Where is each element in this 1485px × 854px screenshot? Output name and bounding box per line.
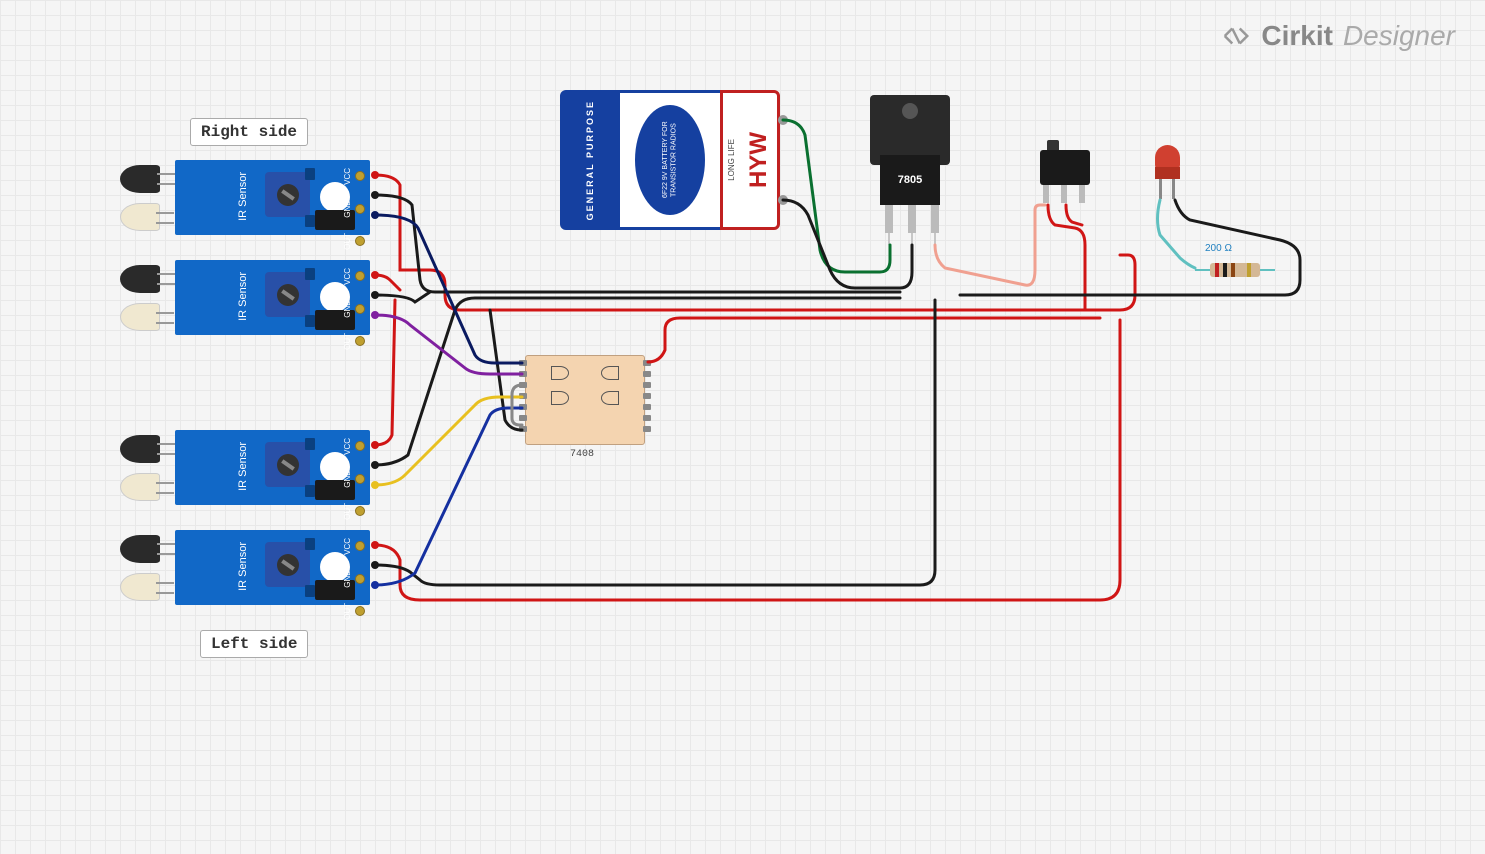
ic-pin-13[interactable] bbox=[643, 371, 651, 377]
voltage-regulator-7805[interactable]: 7805 bbox=[870, 95, 950, 245]
ir-sensor-2[interactable]: IR Sensor VCC GND OUT bbox=[120, 260, 370, 335]
sw-pin-2[interactable] bbox=[1061, 185, 1067, 203]
label-right-side: Right side bbox=[190, 118, 308, 146]
ir-sensor-3-label: IR Sensor bbox=[237, 442, 249, 491]
ir4-pin-vcc[interactable] bbox=[355, 541, 365, 551]
ic-pin-4[interactable] bbox=[519, 393, 527, 399]
resistor-value: 200 Ω bbox=[1205, 243, 1232, 254]
ir3-pin-out[interactable] bbox=[355, 506, 365, 516]
ir-sensor-2-label: IR Sensor bbox=[237, 272, 249, 321]
ic-pin-9[interactable] bbox=[643, 415, 651, 421]
battery-spec: 6F22 9V BATTERY FOR TRANSISTOR RADIOS bbox=[662, 105, 679, 215]
node bbox=[371, 461, 379, 469]
reg-pin-gnd[interactable] bbox=[908, 205, 916, 245]
circuit-canvas[interactable]: Right side Left side IR Sensor VCC GND O… bbox=[0, 0, 1485, 854]
ic-pin-10[interactable] bbox=[643, 404, 651, 410]
node bbox=[371, 211, 379, 219]
ir1-pin-out[interactable] bbox=[355, 236, 365, 246]
led-cathode[interactable] bbox=[1172, 179, 1175, 199]
led-red[interactable] bbox=[1155, 145, 1180, 190]
ic-pin-12[interactable] bbox=[643, 382, 651, 388]
label-left-side: Left side bbox=[200, 630, 308, 658]
battery-general-purpose: GENERAL PURPOSE bbox=[585, 100, 595, 220]
ic-7408-label: 7408 bbox=[570, 449, 594, 460]
ic-pin-7[interactable] bbox=[519, 426, 527, 432]
node bbox=[371, 311, 379, 319]
reg-pin-in[interactable] bbox=[885, 205, 893, 245]
node bbox=[371, 561, 379, 569]
led-anode[interactable] bbox=[1159, 179, 1162, 199]
ir2-pin-out[interactable] bbox=[355, 336, 365, 346]
ic-pin-1[interactable] bbox=[519, 360, 527, 366]
ir2-pin-gnd[interactable] bbox=[355, 304, 365, 314]
ic-pin-8[interactable] bbox=[643, 426, 651, 432]
ir-sensor-4[interactable]: IR Sensor VCC GND OUT bbox=[120, 530, 370, 605]
battery-terminal-neg[interactable] bbox=[778, 195, 788, 205]
ic-pin-5[interactable] bbox=[519, 404, 527, 410]
node bbox=[371, 191, 379, 199]
battery-longlife: LONG LIFE bbox=[727, 139, 736, 181]
node bbox=[371, 481, 379, 489]
ic-pin-14[interactable] bbox=[643, 360, 651, 366]
battery-9v[interactable]: GENERAL PURPOSE 6F22 9V BATTERY FOR TRAN… bbox=[560, 90, 780, 230]
resistor-200ohm[interactable]: 200 Ω bbox=[1195, 258, 1275, 288]
battery-terminal-pos[interactable] bbox=[778, 115, 788, 125]
sw-pin-1[interactable] bbox=[1043, 185, 1049, 203]
ic-7408[interactable]: 7408 bbox=[525, 355, 645, 445]
sw-pin-3[interactable] bbox=[1079, 185, 1085, 203]
regulator-label: 7805 bbox=[898, 174, 922, 186]
node bbox=[371, 581, 379, 589]
ic-pin-11[interactable] bbox=[643, 393, 651, 399]
ir4-pin-gnd[interactable] bbox=[355, 574, 365, 584]
ir-sensor-4-label: IR Sensor bbox=[237, 542, 249, 591]
reg-pin-out[interactable] bbox=[931, 205, 939, 245]
ir2-pin-vcc[interactable] bbox=[355, 271, 365, 281]
ic-pin-3[interactable] bbox=[519, 382, 527, 388]
ir4-pin-out[interactable] bbox=[355, 606, 365, 616]
node bbox=[371, 541, 379, 549]
ir3-pin-vcc[interactable] bbox=[355, 441, 365, 451]
node bbox=[371, 171, 379, 179]
ir-sensor-1[interactable]: IR Sensor VCC GND OUT bbox=[120, 160, 370, 235]
battery-brand: HYW bbox=[745, 132, 773, 188]
node bbox=[371, 291, 379, 299]
ir3-pin-gnd[interactable] bbox=[355, 474, 365, 484]
node bbox=[371, 271, 379, 279]
ir1-pin-vcc[interactable] bbox=[355, 171, 365, 181]
slide-switch[interactable] bbox=[1035, 140, 1095, 200]
ic-pin-6[interactable] bbox=[519, 415, 527, 421]
ir-sensor-3[interactable]: IR Sensor VCC GND OUT bbox=[120, 430, 370, 505]
ir1-pin-gnd[interactable] bbox=[355, 204, 365, 214]
ic-pin-2[interactable] bbox=[519, 371, 527, 377]
ir-sensor-1-label: IR Sensor bbox=[237, 172, 249, 221]
node bbox=[371, 441, 379, 449]
